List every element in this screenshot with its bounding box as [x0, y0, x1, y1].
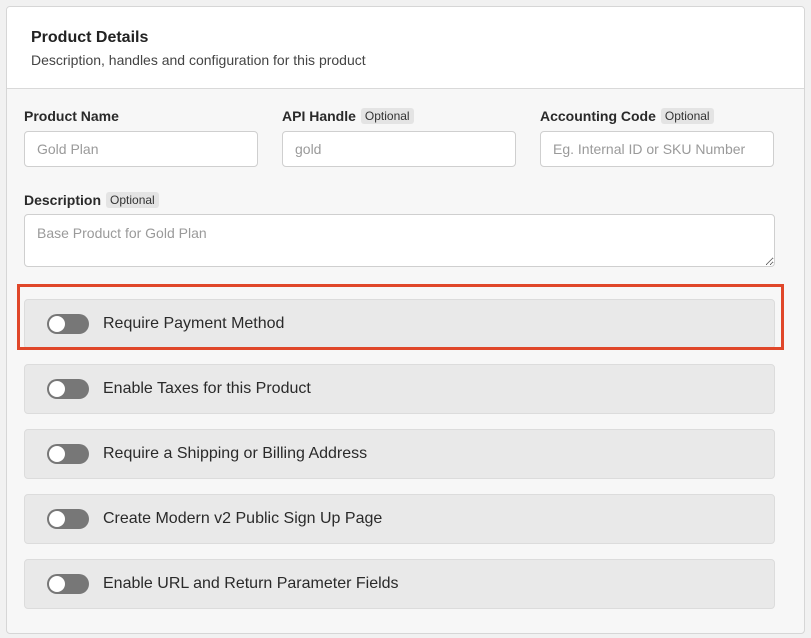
product-name-field: Product Name: [24, 108, 258, 167]
require-address-label: Require a Shipping or Billing Address: [103, 445, 368, 462]
require-payment-method-label: Require Payment Method: [103, 315, 285, 332]
modern-signup-page-label: Create Modern v2 Public Sign Up Page: [103, 510, 383, 527]
api-handle-field: API Handle Optional: [282, 108, 516, 167]
url-return-params-label: Enable URL and Return Parameter Fields: [103, 575, 399, 592]
product-name-label-text: Product Name: [24, 108, 119, 124]
description-label-text: Description: [24, 192, 102, 208]
switch-knob: [49, 576, 65, 592]
accounting-code-field: Accounting Code Optional: [540, 108, 774, 167]
accounting-code-label-text: Accounting Code: [540, 108, 656, 124]
fields-row: Product Name API Handle Optional Account…: [24, 108, 775, 178]
enable-taxes-switch[interactable]: [47, 379, 89, 399]
toggle-row-enable-taxes[interactable]: Enable Taxes for this Product: [24, 364, 775, 414]
switch-knob: [49, 316, 65, 332]
switch-knob: [49, 446, 65, 462]
toggle-row-url-return-params[interactable]: Enable URL and Return Parameter Fields: [24, 559, 775, 609]
accounting-code-label: Accounting Code Optional: [540, 108, 774, 124]
api-handle-label: API Handle Optional: [282, 108, 516, 124]
require-address-switch[interactable]: [47, 444, 89, 464]
description-label: Description Optional: [24, 192, 775, 208]
description-optional-badge: Optional: [106, 192, 159, 208]
switch-knob: [49, 381, 65, 397]
toggle-row-modern-signup-page[interactable]: Create Modern v2 Public Sign Up Page: [24, 494, 775, 544]
toggle-row-require-address[interactable]: Require a Shipping or Billing Address: [24, 429, 775, 479]
card-subtitle: Description, handles and configuration f…: [31, 52, 366, 68]
card-title: Product Details: [31, 29, 149, 46]
description-textarea[interactable]: [24, 214, 775, 267]
accounting-code-optional-badge: Optional: [660, 108, 714, 124]
switch-knob: [49, 511, 65, 527]
modern-signup-page-switch[interactable]: [47, 509, 89, 529]
api-handle-label-text: API Handle: [282, 108, 356, 124]
accounting-code-input[interactable]: [540, 131, 774, 167]
require-payment-method-switch[interactable]: [47, 314, 89, 334]
product-name-label: Product Name: [24, 108, 258, 124]
api-handle-optional-badge: Optional: [360, 108, 414, 124]
product-name-input[interactable]: [24, 131, 258, 167]
api-handle-input[interactable]: [282, 131, 516, 167]
enable-taxes-label: Enable Taxes for this Product: [103, 380, 311, 397]
card-header: Product Details Description, handles and…: [7, 7, 804, 89]
url-return-params-switch[interactable]: [47, 574, 89, 594]
description-field: Description Optional: [24, 192, 775, 267]
toggle-row-require-payment-method[interactable]: Require Payment Method: [24, 299, 775, 349]
